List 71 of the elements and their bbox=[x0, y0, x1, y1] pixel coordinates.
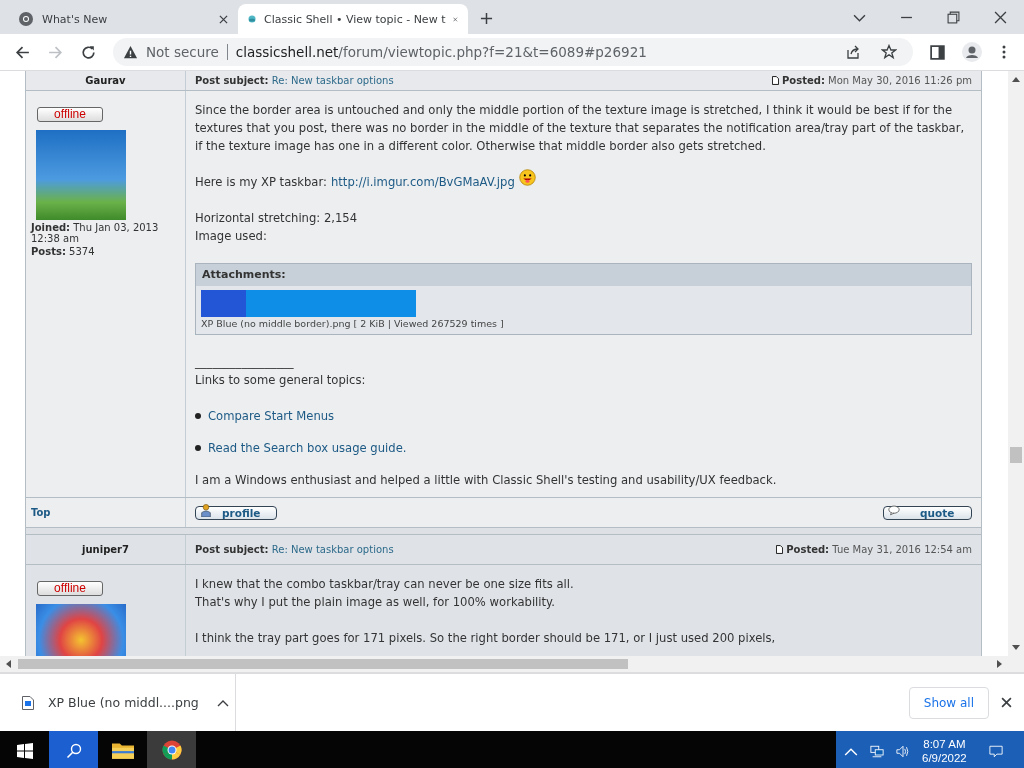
scroll-thumb[interactable] bbox=[18, 659, 628, 669]
url-text: classicshell.net/forum/viewtopic.php?f=21&t=6089#p26921 bbox=[235, 44, 647, 60]
post-text-line: Horizontal stretching: 2,154 bbox=[195, 210, 359, 227]
offline-badge: offline bbox=[37, 107, 103, 122]
image-file-icon bbox=[22, 695, 34, 710]
topic-link[interactable]: Compare Start Menus bbox=[208, 407, 335, 425]
close-icon[interactable] bbox=[1001, 697, 1012, 708]
post-date: Posted: Mon May 30, 2016 11:26 pm bbox=[782, 75, 972, 86]
document-icon bbox=[776, 545, 784, 554]
chrome-logo-icon bbox=[160, 740, 183, 760]
address-bar[interactable]: Not secure classicshell.net/forum/viewtopic.php?f=21&t=6089#p26921 bbox=[113, 38, 913, 66]
person-icon bbox=[200, 504, 212, 517]
post-subject: Post subject: Re: New taskbar options bbox=[195, 544, 394, 555]
download-filename: XP Blue (no middl....png bbox=[48, 695, 199, 710]
windows-logo-icon bbox=[16, 743, 33, 759]
document-icon bbox=[772, 76, 780, 85]
scroll-thumb[interactable] bbox=[1010, 447, 1022, 463]
tab-title: Classic Shell • View topic - New t bbox=[264, 12, 446, 26]
offline-badge: offline bbox=[37, 581, 103, 596]
security-label: Not secure bbox=[146, 44, 219, 60]
post-text-line: _________________ bbox=[195, 354, 295, 371]
post-date: Posted: Tue May 31, 2016 12:54 am bbox=[786, 544, 972, 555]
profile-button[interactable]: profile bbox=[195, 505, 278, 520]
post-text: Here is my XP taskbar: bbox=[195, 174, 327, 191]
image-link[interactable]: http://i.imgur.com/BvGMaAV.jpg bbox=[330, 173, 515, 191]
tab-title: What's New bbox=[42, 12, 109, 26]
clock[interactable]: 8:07 AM 6/9/2022 bbox=[922, 737, 967, 765]
attachment-caption: XP Blue (no middle border).png [ 2 KiB | Viewed 267529 times ] bbox=[201, 317, 505, 331]
post-text-line: That's why I put the plain image as well, for 100% workability. bbox=[195, 594, 556, 611]
post-text-line: I knew that the combo taskbar/tray can never be one size fits all. bbox=[195, 576, 575, 593]
new-tab-icon[interactable] bbox=[480, 12, 493, 25]
scroll-left-icon[interactable] bbox=[5, 660, 11, 668]
scroll-right-icon[interactable] bbox=[997, 660, 1003, 668]
chevron-up-icon[interactable] bbox=[216, 698, 229, 707]
speech-bubble-icon bbox=[888, 504, 900, 517]
restore-icon[interactable] bbox=[947, 11, 960, 24]
top-link[interactable]: Top bbox=[31, 507, 51, 518]
post-subject: Post subject: Re: New taskbar options bbox=[195, 75, 394, 86]
post-text-line: Links to some general topics: bbox=[195, 372, 367, 389]
network-icon[interactable] bbox=[870, 744, 884, 758]
browser-tab[interactable]: Classic Shell • View topic - New t bbox=[238, 4, 468, 34]
author-name: juniper7 bbox=[82, 544, 129, 555]
topic-link[interactable]: Read the Search box usage guide. bbox=[208, 439, 407, 457]
post-text-line: Image used: bbox=[195, 228, 268, 245]
search-icon bbox=[65, 743, 82, 759]
horizontal-scrollbar[interactable] bbox=[0, 656, 1024, 673]
post-count: Posts: 5374 bbox=[31, 246, 96, 257]
close-icon[interactable] bbox=[994, 11, 1007, 24]
clock-time: 8:07 AM bbox=[923, 737, 966, 751]
clock-date: 6/9/2022 bbox=[922, 751, 967, 765]
post-paragraph: Since the border area is untouched and only the middle portion of the texture image is stretched, I think it would be best if for the textures that you post, there was no border in the middle of the texture that separates the notification area/tray part of the taskbar, if the texture image has one in a different color. Otherwise that middle border also gets stretched. bbox=[195, 102, 966, 155]
post-paragraph: I am a Windows enthusiast and helped a little with Classic Shell's testing and usability/UX feedback. bbox=[195, 472, 778, 489]
browser-tab[interactable]: What's New bbox=[8, 4, 238, 34]
scroll-down-icon[interactable] bbox=[1012, 645, 1020, 651]
chrome-button[interactable] bbox=[147, 731, 196, 768]
notification-icon[interactable] bbox=[988, 744, 1003, 758]
join-date: Joined: Thu Jan 03, 2013 12:38 am bbox=[31, 222, 160, 244]
post-paragraph: I think the tray part goes for 171 pixels. So the right border should be 171, or I just used 200 pixels, bbox=[195, 630, 777, 647]
quote-button[interactable]: quote bbox=[883, 505, 972, 520]
bullet-icon bbox=[195, 413, 201, 419]
chrome-logo-icon bbox=[18, 11, 34, 27]
show-all-button[interactable]: Show all bbox=[908, 686, 989, 719]
vertical-scrollbar[interactable] bbox=[1008, 71, 1024, 656]
scroll-up-icon[interactable] bbox=[1012, 76, 1020, 82]
attachment-heading: Attachments: bbox=[196, 264, 971, 286]
speaker-icon[interactable] bbox=[896, 744, 910, 758]
bullet-icon bbox=[195, 445, 201, 451]
author-name: Gaurav bbox=[85, 75, 126, 86]
close-icon[interactable] bbox=[219, 14, 228, 24]
warning-icon bbox=[123, 44, 138, 60]
folder-icon bbox=[111, 740, 134, 760]
